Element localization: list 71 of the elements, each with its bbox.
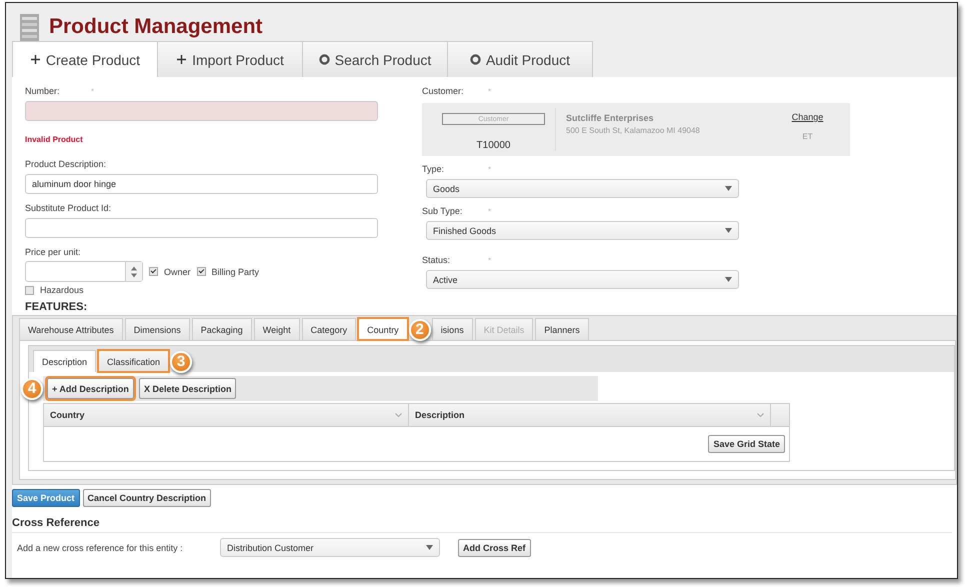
change-link[interactable]: Change: [792, 112, 824, 122]
toolbar-button[interactable]: X Delete Description: [138, 378, 236, 399]
checkbox[interactable]: [196, 267, 206, 276]
feature-tab[interactable]: Planners: [535, 318, 589, 340]
field-label: Status:: [422, 255, 452, 265]
dropdown-caret-icon: [725, 228, 732, 233]
customer-code: T10000: [476, 140, 510, 151]
action-button[interactable]: Cancel Country Description: [82, 489, 212, 507]
field-label: Price per unit:: [25, 247, 82, 257]
checkbox-label: Hazardous: [40, 285, 84, 295]
customer-address: 500 E South St, Kalamazoo MI 49048: [566, 126, 701, 135]
feature-tab[interactable]: Dimensions: [124, 318, 190, 340]
step-badge: 4: [21, 378, 43, 400]
section-title: Cross Reference: [12, 517, 952, 533]
number-input[interactable]: [25, 101, 378, 121]
dropdown-select[interactable]: Finished Goods: [426, 221, 739, 240]
field-label: Product Description:: [25, 159, 108, 169]
add-cross-ref-button[interactable]: Add Cross Ref: [458, 538, 531, 556]
substitute-id-input[interactable]: [25, 218, 378, 238]
feature-tab[interactable]: Weight: [254, 318, 300, 340]
required-mark: *: [488, 256, 492, 264]
toolbar-button[interactable]: + Add Description: [47, 378, 134, 399]
dropdown-select[interactable]: Active: [426, 270, 739, 289]
cross-reference-label: Add a new cross reference for this entity :: [17, 542, 184, 552]
required-mark: *: [488, 206, 492, 216]
feature-tab[interactable]: Category: [302, 318, 356, 340]
dropdown-caret-icon: [426, 545, 433, 550]
page-title: Product Management: [49, 15, 263, 39]
checkbox-label: Billing Party: [212, 266, 260, 276]
column-header[interactable]: Description: [409, 404, 771, 426]
column-header[interactable]: Country: [44, 404, 409, 426]
save-grid-state-button[interactable]: Save Grid State: [708, 435, 785, 453]
price-spinner[interactable]: [25, 261, 143, 282]
checkbox[interactable]: [25, 286, 34, 294]
required-mark: *: [91, 86, 94, 96]
description-input[interactable]: aluminum door hinge: [25, 174, 378, 194]
section-title: FEATURES:: [25, 301, 88, 313]
field-label: Customer:: [422, 86, 465, 96]
dropdown-select[interactable]: Distribution Customer: [220, 538, 440, 557]
chevron-icon: [395, 413, 402, 417]
product-logo-icon: [20, 14, 39, 40]
dropdown-caret-icon: [725, 277, 732, 282]
customer-name: Sutcliffe Enterprises: [566, 113, 655, 123]
feature-tab[interactable]: isions: [432, 318, 473, 340]
field-label: Number:: [25, 86, 61, 96]
top-tab[interactable]: Import Product: [157, 41, 303, 77]
feature-tab[interactable]: Warehouse Attributes: [19, 318, 123, 340]
circle-icon: [318, 54, 330, 65]
plus-icon: [176, 54, 188, 65]
dropdown-caret-icon: [725, 186, 732, 191]
dropdown-select[interactable]: Goods: [426, 179, 739, 198]
top-tab[interactable]: Audit Product: [447, 41, 593, 77]
feature-tab[interactable]: Packaging: [192, 318, 252, 340]
field-label: Sub Type:: [422, 206, 464, 216]
error-message: Invalid Product: [25, 135, 84, 144]
plus-icon: [30, 54, 41, 65]
customer-tag: ET: [802, 132, 813, 141]
top-tab[interactable]: Search Product: [302, 41, 448, 77]
top-tab[interactable]: Create Product: [12, 41, 158, 77]
spinner-arrows-icon: [131, 266, 137, 278]
checkbox-label: Owner: [164, 266, 191, 276]
step-badge: 2: [408, 318, 431, 340]
sub-tab[interactable]: Description: [33, 350, 96, 372]
field-label: Type:: [422, 164, 446, 174]
chevron-icon: [757, 413, 764, 417]
field-label: Substitute Product Id:: [25, 203, 112, 213]
circle-icon: [470, 54, 481, 65]
checkbox[interactable]: [149, 267, 158, 276]
required-mark: *: [488, 86, 492, 96]
required-mark: *: [488, 164, 492, 174]
step-badge: 3: [170, 350, 192, 372]
